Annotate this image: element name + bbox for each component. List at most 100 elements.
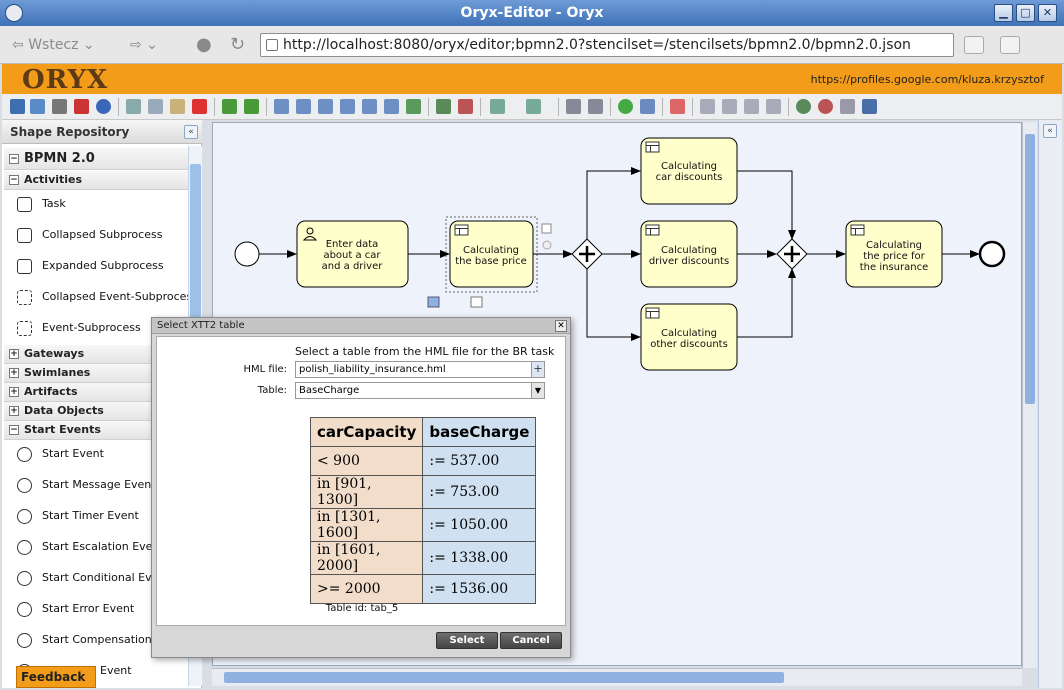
table-icon	[645, 224, 660, 236]
shape-menu-table-icon[interactable]	[470, 296, 483, 308]
layout-3-icon[interactable]	[744, 99, 759, 114]
syntax-check-icon[interactable]	[670, 99, 685, 114]
hml-file-add-button[interactable]: +	[531, 362, 544, 377]
layout-2-icon[interactable]	[722, 99, 737, 114]
task-base-price[interactable]: Calculating the base price	[449, 220, 534, 288]
copy-icon[interactable]	[148, 99, 163, 114]
collapse-left-panel-button[interactable]: «	[184, 125, 198, 139]
parallel-gateway-join[interactable]	[776, 238, 808, 270]
left-panel-scroll-thumb[interactable]	[190, 164, 201, 324]
chevron-down-icon[interactable]: ▼	[531, 383, 544, 398]
zoom-fit-icon[interactable]	[862, 99, 877, 114]
task-other-label-1: Calculating	[661, 328, 717, 339]
validate-icon[interactable]	[640, 99, 655, 114]
minimize-button[interactable]: ▁	[994, 4, 1013, 22]
select-all-icon[interactable]	[566, 99, 581, 114]
table-row: in [1601, 2000]:= 1338.00	[309, 541, 537, 575]
add-docker-icon[interactable]	[436, 99, 451, 114]
zoom-standard-icon[interactable]	[840, 99, 855, 114]
stencilset-header[interactable]: − BPMN 2.0	[4, 148, 188, 170]
shape-expanded-subprocess[interactable]: Expanded Subprocess	[4, 251, 188, 281]
expand-right-panel-button[interactable]: «	[1043, 124, 1057, 138]
layout-1-icon[interactable]	[700, 99, 715, 114]
save-as-icon[interactable]	[30, 99, 45, 114]
user-profile-link[interactable]: https://profiles.google.com/kluza.krzysz…	[811, 73, 1044, 86]
canvas-vscroll-thumb[interactable]	[1025, 134, 1035, 404]
shape-menu-event-icon[interactable]	[542, 240, 552, 250]
undo-icon[interactable]	[222, 99, 237, 114]
flow-other-join[interactable]	[737, 268, 796, 338]
task-car-label-1: Calculating	[661, 161, 717, 172]
back-button[interactable]: ⇦ Wstecz ⌄	[12, 34, 95, 56]
hml-file-field[interactable]: polish_liability_insurance.hml	[295, 361, 545, 378]
page-icon	[266, 39, 278, 51]
align-middle-icon[interactable]	[296, 99, 311, 114]
remove-docker-icon[interactable]	[458, 99, 473, 114]
title-bar: Oryx-Editor - Oryx ▁ □ ✕	[0, 0, 1064, 26]
zoom-in-icon[interactable]	[1000, 36, 1020, 54]
layout-4-icon[interactable]	[766, 99, 781, 114]
same-size-icon[interactable]	[406, 99, 421, 114]
paste-icon[interactable]	[170, 99, 185, 114]
forward-arrow-icon: ⇨	[130, 37, 142, 53]
zoom-out-tool-icon[interactable]	[818, 99, 833, 114]
task-other-discounts[interactable]: Calculating other discounts	[640, 303, 738, 371]
maximize-button[interactable]: □	[1016, 4, 1035, 22]
error-icon	[17, 602, 32, 617]
canvas-vertical-scrollbar[interactable]	[1022, 122, 1037, 668]
align-right-icon[interactable]	[384, 99, 399, 114]
print-icon[interactable]	[52, 99, 67, 114]
export-icon[interactable]	[490, 99, 505, 114]
task-enter-label-1: Enter data	[326, 239, 379, 250]
task-enter-data[interactable]: Enter data about a car and a driver	[296, 220, 409, 288]
shape-collapsed-event-subprocess[interactable]: Collapsed Event-Subprocess	[4, 282, 188, 312]
end-event[interactable]	[978, 240, 1006, 268]
flow-split-other[interactable]	[586, 269, 641, 341]
zoom-in-tool-icon[interactable]	[796, 99, 811, 114]
forward-button[interactable]: ⇨ ⌄	[130, 34, 158, 56]
task-final-price[interactable]: Calculating the price for the insurance	[845, 220, 943, 288]
align-bottom-icon[interactable]	[274, 99, 289, 114]
task-driver-discounts[interactable]: Calculating driver discounts	[640, 220, 738, 288]
parallel-gateway-split[interactable]	[571, 238, 603, 270]
dialog-header: Select XTT2 table ✕	[152, 318, 570, 334]
editor-toolbar	[2, 94, 1062, 120]
task-car-discounts[interactable]: Calculating car discounts	[640, 137, 738, 205]
shape-menu-data-icon[interactable]	[427, 296, 440, 308]
deselect-icon[interactable]	[588, 99, 603, 114]
table-select[interactable]: BaseCharge	[295, 382, 545, 399]
align-left-icon[interactable]	[340, 99, 355, 114]
dialog-close-icon[interactable]: ✕	[555, 320, 567, 332]
url-input[interactable]: http://localhost:8080/oryx/editor;bpmn2.…	[260, 33, 954, 57]
feedback-button[interactable]: Feedback •	[16, 666, 96, 688]
close-button[interactable]: ✕	[1038, 4, 1057, 22]
reload-icon[interactable]: ↻	[230, 34, 245, 56]
table-cell: := 1338.00	[422, 541, 537, 575]
envelope-icon	[17, 478, 32, 493]
align-center-icon[interactable]	[362, 99, 377, 114]
start-event[interactable]	[234, 241, 260, 267]
pdf-icon[interactable]	[74, 99, 89, 114]
save-icon[interactable]	[10, 99, 25, 114]
align-top-icon[interactable]	[318, 99, 333, 114]
shape-collapsed-subprocess[interactable]: Collapsed Subprocess	[4, 220, 188, 250]
shape-menu-task-icon[interactable]	[541, 223, 552, 234]
delete-icon[interactable]	[192, 99, 207, 114]
add-icon[interactable]	[618, 99, 633, 114]
canvas-horizontal-scrollbar[interactable]	[212, 668, 1022, 686]
stop-icon[interactable]: ●	[196, 34, 212, 56]
cancel-button[interactable]: Cancel	[500, 632, 562, 649]
zoom-out-icon[interactable]	[964, 36, 984, 54]
flow-split-car[interactable]	[586, 167, 641, 239]
redo-icon[interactable]	[244, 99, 259, 114]
compensation-icon	[17, 633, 32, 648]
import-icon[interactable]	[526, 99, 541, 114]
task-other-label-2: other discounts	[650, 339, 728, 350]
canvas-hscroll-thumb[interactable]	[224, 672, 784, 683]
flow-car-join[interactable]	[737, 170, 796, 240]
select-button[interactable]: Select	[436, 632, 498, 649]
info-icon[interactable]	[96, 99, 111, 114]
group-activities[interactable]: − Activities	[4, 171, 188, 190]
cut-icon[interactable]	[126, 99, 141, 114]
shape-task[interactable]: Task	[4, 189, 188, 219]
